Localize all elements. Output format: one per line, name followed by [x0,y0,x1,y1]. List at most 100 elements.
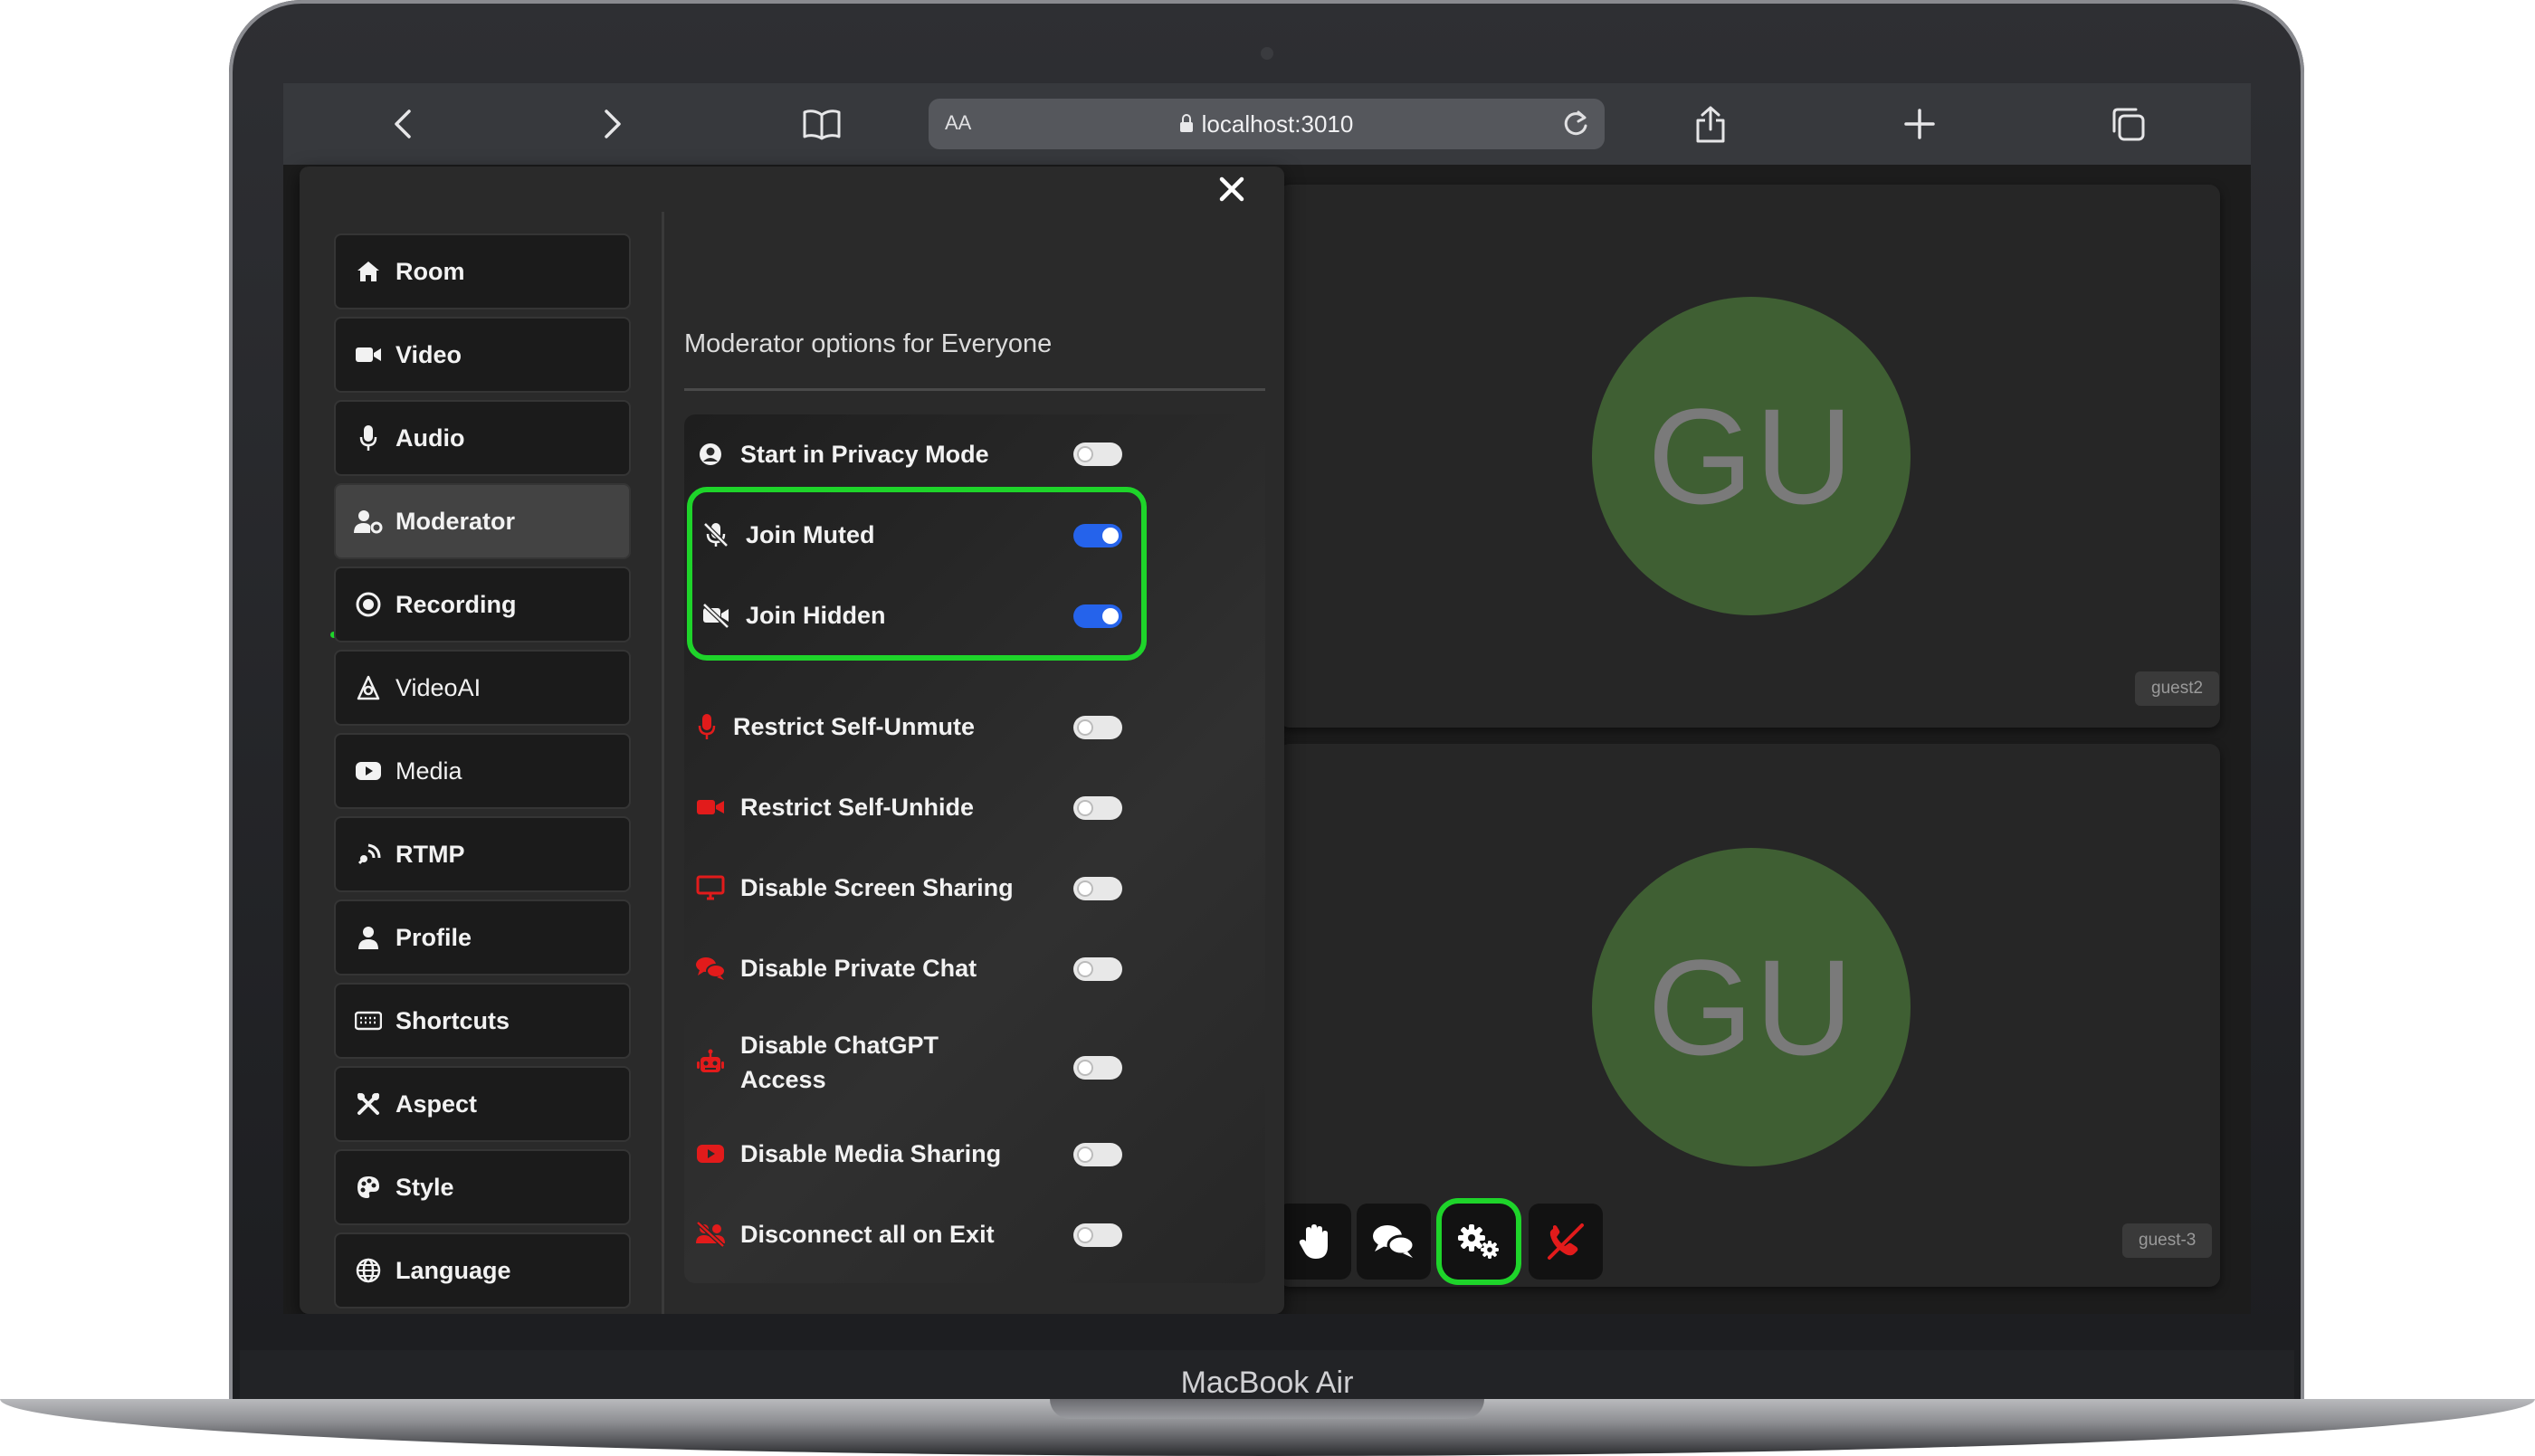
option-disable-private-chat: Disable Private Chat [695,950,1111,986]
nav-item-profile[interactable]: Profile [336,901,629,974]
settings-nav: Room Video Audio Moderator Recording Vid… [300,167,662,1314]
laptop-hinge-notch [1050,1399,1484,1419]
option-restrict-self-unhide: Restrict Self-Unhide [695,789,1111,825]
nav-item-moderator[interactable]: Moderator [336,485,629,557]
nav-item-audio[interactable]: Audio [336,402,629,474]
back-icon[interactable] [381,101,426,147]
nav-item-videoai[interactable]: VideoAI [336,652,629,724]
option-label: Restrict Self-Unhide [740,793,975,821]
avatar: GU [1592,297,1911,615]
option-label: Disable Private Chat [740,954,977,982]
microphone-icon [354,423,383,452]
nav-divider [662,212,664,1314]
users-slash-icon [695,1219,726,1250]
disable-chatgpt-access-toggle[interactable] [1073,1056,1122,1080]
youtube-icon [354,757,383,785]
nav-item-label: Video [395,340,462,368]
nav-item-label: Profile [395,923,472,951]
gears-icon [1458,1224,1499,1259]
disconnect-all-on-exit-toggle[interactable] [1073,1223,1122,1247]
disable-screen-sharing-toggle[interactable] [1073,877,1122,900]
disable-media-sharing-toggle[interactable] [1073,1143,1122,1166]
browser-toolbar: AA localhost:3010 [283,83,2251,165]
reload-icon[interactable] [1559,108,1592,140]
panel-title: Moderator options for Everyone [684,329,1053,358]
palette-icon [354,1173,383,1202]
option-label: Disable Media Sharing [740,1139,1002,1167]
broadcast-icon [354,840,383,869]
restrict-self-unhide-toggle[interactable] [1073,796,1122,820]
address-bar[interactable]: AA localhost:3010 [929,99,1605,149]
nav-item-recording[interactable]: Recording [336,568,629,641]
nav-item-label: Language [395,1256,511,1284]
comments-icon [695,953,726,984]
nav-item-label: Shortcuts [395,1006,510,1034]
option-disconnect-all-on-exit: Disconnect all on Exit [695,1216,1111,1252]
leave-call-button[interactable] [1529,1204,1603,1280]
video-camera-icon [354,340,383,369]
participant-name-tag: guest2 [2135,671,2220,706]
home-icon [354,257,383,286]
phone-slash-icon [1548,1223,1584,1260]
nav-item-video[interactable]: Video [336,319,629,391]
nav-item-room[interactable]: Room [336,235,629,308]
option-restrict-self-unmute: Restrict Self-Unmute [695,709,1111,745]
microphone-icon [695,711,719,742]
forward-icon[interactable] [589,101,634,147]
video-camera-icon [695,792,726,823]
privacy-user-icon [695,439,726,470]
settings-panel: Room Video Audio Moderator Recording Vid… [300,167,1284,1314]
raise-hand-button[interactable] [1277,1204,1351,1280]
settings-button[interactable] [1442,1204,1516,1280]
nav-item-style[interactable]: Style [336,1151,629,1223]
option-label: Disable Screen Sharing [740,873,1014,901]
disable-private-chat-toggle[interactable] [1073,957,1122,981]
robot-icon [695,1047,726,1078]
bookmarks-icon[interactable] [799,101,844,147]
option-disable-media-sharing: Disable Media Sharing [695,1136,1111,1172]
nav-item-label: Recording [395,590,517,618]
nav-item-label: Audio [395,423,465,452]
record-icon [354,590,383,619]
video-tile-guest2[interactable]: GU guest2 [1279,185,2220,728]
option-label: Disconnect all on Exit [740,1220,995,1248]
title-divider [684,388,1265,391]
new-tab-icon[interactable] [1897,101,1942,147]
lock-icon [1179,114,1193,132]
nav-item-label: Room [395,257,465,285]
screen: AA localhost:3010 GU guest2 GU guest-3 R… [283,83,2251,1314]
share-icon[interactable] [1688,101,1733,147]
nav-item-label: Style [395,1173,454,1201]
option-label: Disable ChatGPT Access [740,1032,939,1093]
nav-item-label: VideoAI [395,673,481,701]
camera-dot [1261,47,1273,60]
nav-item-shortcuts[interactable]: Shortcuts [336,985,629,1057]
option-privacy-mode: Start in Privacy Mode [695,436,1111,472]
close-icon[interactable] [1216,174,1247,205]
url-display: localhost:3010 [929,110,1605,138]
nav-item-language[interactable]: Language [336,1234,629,1307]
nav-item-rtmp[interactable]: RTMP [336,818,629,890]
privacy-mode-toggle[interactable] [1073,443,1122,466]
option-label: Restrict Self-Unmute [733,712,976,740]
nav-item-aspect[interactable]: Aspect [336,1068,629,1140]
option-label: Start in Privacy Mode [740,440,989,468]
comments-icon [1373,1225,1415,1258]
nav-item-label: Moderator [395,507,516,535]
user-icon [354,923,383,952]
hand-icon [1299,1224,1328,1259]
participant-name-tag: guest-3 [2122,1223,2213,1258]
avatar: GU [1592,848,1911,1166]
option-disable-screen-sharing: Disable Screen Sharing [695,870,1111,906]
url-text: localhost:3010 [1201,110,1354,138]
restrict-self-unmute-toggle[interactable] [1073,716,1122,739]
keyboard-icon [354,1006,383,1035]
desktop-icon [695,872,726,903]
globe-icon [354,1256,383,1285]
highlight-frame [687,487,1147,661]
tabs-overview-icon[interactable] [2105,101,2150,147]
nav-item-label: Media [395,757,462,785]
nav-item-media[interactable]: Media [336,735,629,807]
chat-button[interactable] [1357,1204,1431,1280]
nav-item-label: RTMP [395,840,465,868]
